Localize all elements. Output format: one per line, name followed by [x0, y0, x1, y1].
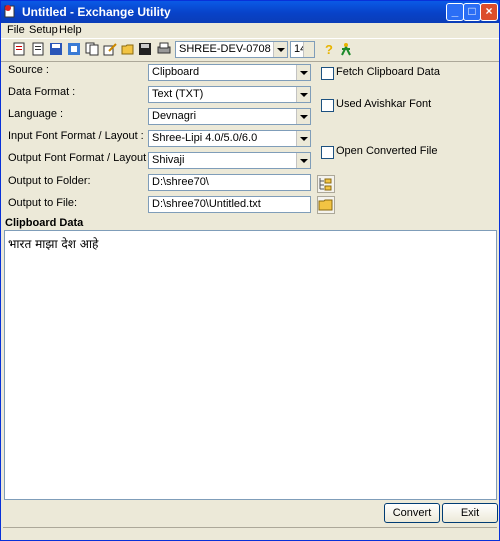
source-label: Source : [8, 64, 49, 76]
used-avishkar-label: Used Avishkar Font [336, 98, 432, 110]
folder-tree-icon [319, 178, 332, 191]
chevron-down-icon[interactable] [296, 87, 310, 102]
help-icon[interactable]: ? [322, 42, 336, 56]
source-value: Clipboard [152, 66, 200, 78]
window-title: Untitled - Exchange Utility [22, 5, 171, 19]
save-icon[interactable] [49, 42, 63, 56]
data-format-value: Text (TXT) [152, 88, 204, 100]
output-file-input[interactable]: D:\shree70\Untitled.txt [148, 196, 311, 213]
output-folder-input[interactable]: D:\shree70\ [148, 174, 311, 191]
font-select-value: SHREE-DEV-0708 [179, 43, 271, 55]
close-button[interactable]: × [480, 3, 498, 21]
title-bar[interactable]: Untitled - Exchange Utility _ □ × [1, 1, 499, 23]
status-bar [3, 527, 497, 540]
chevron-down-icon[interactable] [296, 109, 310, 124]
svg-text:?: ? [325, 42, 333, 56]
open-converted-checkbox[interactable] [321, 146, 334, 159]
open-converted-label: Open Converted File [336, 145, 438, 157]
fetch-clipboard-checkbox[interactable] [321, 67, 334, 80]
language-select[interactable]: Devnagri [148, 108, 311, 125]
convert-button[interactable]: Convert [384, 503, 440, 523]
app-window: Untitled - Exchange Utility _ □ × File S… [0, 0, 500, 541]
input-font-label: Input Font Format / Layout : [8, 130, 144, 142]
chevron-down-icon[interactable] [296, 153, 310, 168]
clipboard-data-heading: Clipboard Data [5, 217, 84, 229]
edit-icon[interactable] [103, 42, 117, 56]
exit-button[interactable]: Exit [442, 503, 498, 523]
language-value: Devnagri [152, 110, 197, 122]
print-icon[interactable] [157, 42, 171, 56]
toolbar: SHREE-DEV-0708 14 ? [1, 38, 499, 62]
open-folder-icon[interactable] [121, 42, 135, 56]
chevron-down-icon[interactable] [296, 65, 310, 80]
chevron-down-icon[interactable] [273, 42, 287, 57]
fetch-clipboard-label: Fetch Clipboard Data [336, 66, 440, 78]
language-label: Language : [8, 108, 64, 120]
menu-help[interactable]: Help [59, 24, 82, 36]
minimize-button[interactable]: _ [446, 3, 464, 21]
run-icon[interactable] [339, 42, 353, 56]
clipboard-text: भारत माझा देश आहे [8, 237, 99, 251]
browse-file-button[interactable] [317, 196, 335, 214]
spin-arrows-icon[interactable] [303, 42, 314, 57]
data-format-label: Data Format : [8, 86, 76, 98]
output-file-label: Output to File: [8, 197, 78, 209]
output-font-value: Shivaji [152, 154, 185, 166]
output-file-value: D:\shree70\Untitled.txt [152, 198, 261, 210]
app-icon [4, 5, 15, 18]
maximize-button[interactable]: □ [463, 3, 481, 21]
document-icon[interactable] [31, 42, 45, 56]
data-format-select[interactable]: Text (TXT) [148, 86, 311, 103]
used-avishkar-checkbox[interactable] [321, 99, 334, 112]
clipboard-textarea[interactable]: भारत माझा देश आहे [4, 230, 497, 500]
menu-bar: File Setup Help [1, 23, 499, 37]
output-font-select[interactable]: Shivaji [148, 152, 311, 169]
font-size-stepper[interactable]: 14 [290, 41, 315, 58]
open-folder-icon [318, 199, 333, 211]
font-select[interactable]: SHREE-DEV-0708 [175, 41, 288, 58]
new-doc-icon[interactable] [12, 42, 26, 56]
convert-icon[interactable] [67, 42, 81, 56]
output-folder-label: Output to Folder: [8, 175, 91, 187]
browse-folder-button[interactable] [317, 175, 335, 193]
chevron-down-icon[interactable] [296, 131, 310, 146]
input-font-value: Shree-Lipi 4.0/5.0/6.0 [152, 132, 258, 144]
source-select[interactable]: Clipboard [148, 64, 311, 81]
copy-icon[interactable] [85, 42, 99, 56]
menu-setup[interactable]: Setup [29, 24, 58, 36]
output-folder-value: D:\shree70\ [152, 176, 209, 188]
output-font-label: Output Font Format / Layout : [8, 152, 153, 164]
menu-file[interactable]: File [7, 24, 25, 36]
input-font-select[interactable]: Shree-Lipi 4.0/5.0/6.0 [148, 130, 311, 147]
floppy-save-icon[interactable] [138, 42, 152, 56]
